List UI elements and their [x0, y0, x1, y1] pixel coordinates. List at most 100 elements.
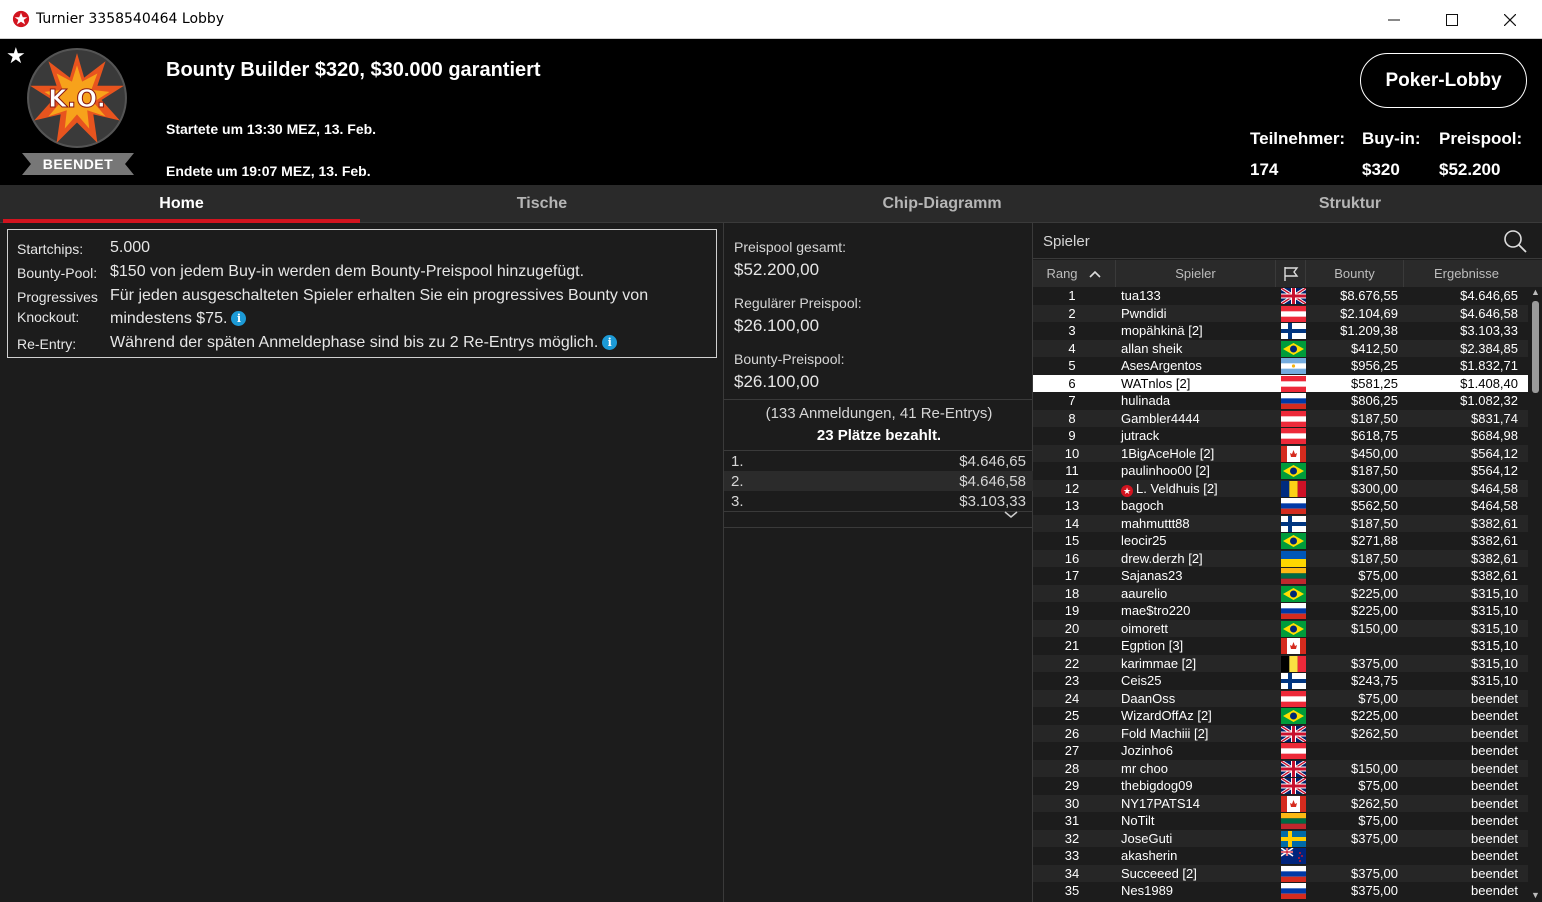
tab-chip-chart[interactable]: Chip-Diagramm — [760, 185, 1124, 223]
player-row[interactable]: 12 ★ L. Veldhuis [2] $300,00 $464,58 — [1033, 479, 1528, 497]
player-name: mr choo — [1121, 760, 1168, 776]
player-row[interactable]: 16 drew.derzh [2] $187,50 $382,61 — [1033, 549, 1528, 567]
player-row[interactable]: 34 Succeeed [2] $375,00 beendet — [1033, 864, 1528, 882]
player-row[interactable]: 27 Jozinho6 beendet — [1033, 742, 1528, 760]
player-name-cell: hulinada — [1121, 393, 1170, 408]
minimize-button[interactable] — [1365, 0, 1423, 39]
player-row[interactable]: 31 NoTilt $75,00 beendet — [1033, 812, 1528, 830]
scroll-down-arrow-icon[interactable]: ▼ — [1529, 890, 1542, 902]
player-result: beendet — [1471, 760, 1518, 776]
player-bounty: $75,00 — [1358, 690, 1398, 706]
player-search[interactable]: Spieler — [1033, 223, 1542, 259]
player-name: 1BigAceHole [2] — [1121, 445, 1215, 461]
player-row[interactable]: 30 NY17PATS14 $262,50 beendet — [1033, 794, 1528, 812]
player-rank: 26 — [1064, 725, 1080, 741]
pko-label-line1: Progressives — [17, 289, 98, 305]
player-bounty: $150,00 — [1351, 620, 1398, 636]
search-icon[interactable] — [1503, 229, 1527, 253]
player-name: JoseGuti — [1121, 830, 1173, 846]
player-row[interactable]: 29 thebigdog09 $75,00 beendet — [1033, 777, 1528, 795]
player-row[interactable]: 18 aaurelio $225,00 $315,10 — [1033, 584, 1528, 602]
tournament-info-panel: Startchips: 5.000 Bounty-Pool: $150 von … — [0, 223, 722, 902]
player-bounty: $581,25 — [1351, 375, 1398, 391]
player-name-cell: bagoch — [1121, 498, 1164, 513]
close-button[interactable] — [1481, 0, 1539, 39]
player-row[interactable]: 26 Fold Machiii [2] $262,50 beendet — [1033, 724, 1528, 742]
maximize-button[interactable] — [1423, 0, 1481, 39]
player-rank: 18 — [1064, 585, 1080, 601]
player-row[interactable]: 9 jutrack $618,75 $684,98 — [1033, 427, 1528, 445]
player-row[interactable]: 28 mr choo $150,00 beendet — [1033, 759, 1528, 777]
player-name-cell: paulinhoo00 [2] — [1121, 463, 1210, 478]
player-name: Sajanas23 — [1121, 568, 1183, 583]
player-row[interactable]: 21 Egption [3] $315,10 — [1033, 637, 1528, 655]
divider — [724, 511, 1034, 512]
player-row[interactable]: 23 Ceis25 $243,75 $315,10 — [1033, 672, 1528, 690]
player-rank: 4 — [1068, 340, 1076, 356]
player-row[interactable]: 8 Gambler4444 $187,50 $831,74 — [1033, 409, 1528, 427]
player-row[interactable]: 17 Sajanas23 $75,00 $382,61 — [1033, 567, 1528, 585]
player-row[interactable]: 11 paulinhoo00 [2] $187,50 $564,12 — [1033, 462, 1528, 480]
tab-home[interactable]: Home — [3, 185, 360, 223]
column-country[interactable] — [1276, 260, 1306, 287]
player-name: bagoch — [1121, 498, 1164, 513]
player-rank: 2 — [1068, 305, 1076, 321]
player-name: karimmae [2] — [1121, 655, 1197, 671]
player-row[interactable]: 4 allan sheik $412,50 $2.384,85 — [1033, 339, 1528, 357]
player-row[interactable]: 7 hulinada $806,25 $1.082,32 — [1033, 392, 1528, 410]
player-result: beendet — [1471, 830, 1518, 846]
reentry-info-icon[interactable]: i — [602, 335, 618, 351]
player-row[interactable]: 22 karimmae [2] $375,00 $315,10 — [1033, 654, 1528, 672]
column-rank[interactable]: Rang — [1033, 260, 1116, 287]
buyin-value: $320 — [1362, 160, 1400, 179]
column-bounty[interactable]: Bounty — [1306, 260, 1404, 287]
player-bounty: $225,00 — [1351, 585, 1398, 601]
player-bounty: $2.104,69 — [1340, 305, 1398, 321]
tab-structure[interactable]: Struktur — [1170, 185, 1530, 223]
scroll-up-arrow-icon[interactable]: ▲ — [1529, 287, 1542, 299]
player-row[interactable]: 5 AsesArgentos $956,25 $1.832,71 — [1033, 357, 1528, 375]
players-scrollbar[interactable]: ▲ ▼ — [1529, 287, 1542, 902]
player-row[interactable]: 20 oimorett $150,00 $315,10 — [1033, 619, 1528, 637]
player-row[interactable]: 15 leocir25 $271,88 $382,61 — [1033, 532, 1528, 550]
player-search-input[interactable]: Spieler — [1043, 233, 1090, 250]
player-bounty: $75,00 — [1358, 778, 1398, 793]
player-result: $831,74 — [1471, 410, 1518, 426]
player-row[interactable]: 19 mae$tro220 $225,00 $315,10 — [1033, 602, 1528, 620]
player-result: $382,61 — [1471, 515, 1518, 531]
player-row[interactable]: 6 WATnlos [2] $581,25 $1.408,40 — [1033, 374, 1528, 392]
player-row[interactable]: 35 Nes1989 $375,00 beendet — [1033, 882, 1528, 900]
player-row[interactable]: 3 mopähkinä [2] $1.209,38 $3.103,33 — [1033, 322, 1528, 340]
player-row[interactable]: 24 DaanOss $75,00 beendet — [1033, 689, 1528, 707]
player-row[interactable]: 10 1BigAceHole [2] $450,00 $564,12 — [1033, 444, 1528, 462]
window-titlebar: Turnier 3358540464 Lobby — [0, 0, 1542, 39]
favorite-star-icon[interactable]: ★ — [6, 43, 26, 69]
player-row[interactable]: 32 JoseGuti $375,00 beendet — [1033, 829, 1528, 847]
player-row[interactable]: 33 akasherin beendet — [1033, 847, 1528, 865]
player-name: Fold Machiii [2] — [1121, 725, 1209, 741]
column-result[interactable]: Ergebnisse — [1404, 260, 1529, 287]
player-result: $3.103,33 — [1460, 323, 1518, 338]
player-row[interactable]: 2 Pwndidi $2.104,69 $4.646,58 — [1033, 304, 1528, 322]
chevron-down-icon[interactable] — [1004, 511, 1018, 519]
player-name-cell: allan sheik — [1121, 341, 1182, 356]
player-name-cell: DaanOss — [1121, 691, 1175, 706]
player-row[interactable]: 1 tua133 $8.676,55 $4.646,65 — [1033, 287, 1528, 305]
pko-info-icon[interactable]: i — [231, 311, 247, 327]
buyin-label: Buy-in: — [1362, 129, 1421, 148]
player-rank: 8 — [1068, 410, 1076, 426]
column-player[interactable]: Spieler — [1116, 260, 1276, 287]
scrollbar-thumb[interactable] — [1532, 301, 1539, 393]
tab-tables[interactable]: Tische — [362, 185, 722, 223]
player-result: $1.082,32 — [1460, 393, 1518, 408]
player-row[interactable]: 14 mahmuttt88 $187,50 $382,61 — [1033, 514, 1528, 532]
window-title: Turnier 3358540464 Lobby — [36, 11, 225, 27]
player-row[interactable]: 25 WizardOffAz [2] $225,00 beendet — [1033, 707, 1528, 725]
player-name-cell: mopähkinä [2] — [1121, 323, 1203, 338]
player-name-cell: ★ L. Veldhuis [2] — [1121, 481, 1218, 497]
player-name: leocir25 — [1121, 533, 1167, 548]
player-rank: 5 — [1068, 358, 1076, 373]
player-row[interactable]: 13 bagoch $562,50 $464,58 — [1033, 497, 1528, 515]
poker-lobby-button[interactable]: Poker-Lobby — [1360, 53, 1527, 108]
knockout-logo-text: K.O. — [48, 84, 106, 113]
